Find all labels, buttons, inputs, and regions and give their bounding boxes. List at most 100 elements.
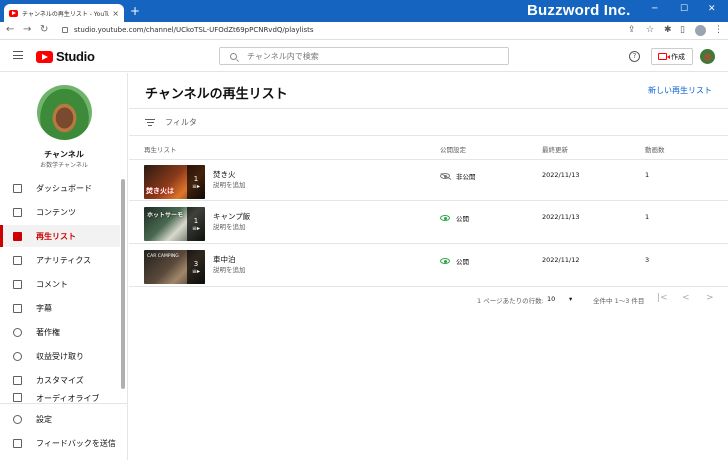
chevron-down-icon[interactable]: ▾ [569,295,572,303]
content-icon [13,207,22,217]
share-icon[interactable]: ⇪ [628,25,636,35]
sidebar-item-copyright[interactable]: 著作権 [0,321,120,343]
first-page-button[interactable]: |< [657,293,668,303]
forward-button[interactable]: → [23,24,31,35]
address-bar: ← → ↻ studio.youtube.com/channel/UCkoTSL… [0,22,728,40]
sidebar-item-content[interactable]: コンテンツ [0,201,120,223]
new-playlist-link[interactable]: 新しい再生リスト [648,85,712,96]
playlist-description[interactable]: 説明を追加 [213,221,246,231]
playlist-thumbnail[interactable]: ホットサーモ 1 ≡▸ [144,207,205,241]
table-row[interactable]: 焚き火は 1 ≡▸ 焚き火 説明を追加 非公開 2022/11/13 1 [129,159,728,201]
column-header-updated[interactable]: 最終更新 [542,144,568,154]
eye-icon [440,215,450,221]
browser-tab-bar: チャンネルの再生リスト - YouTube S × + Buzzword Inc… [0,0,728,22]
studio-logo[interactable]: Studio [36,49,95,64]
visibility-label: 公開 [456,258,469,266]
sidebar-item-settings[interactable]: 設定 [0,408,120,430]
sidebar-item-feedback[interactable]: フィードバックを送信 [0,432,120,454]
visibility-status: 非公開 [440,171,476,181]
monetization-icon [13,351,22,361]
browser-menu-icon[interactable]: ⋮ [714,25,723,35]
updated-date: 2022/11/12 [542,256,580,264]
feedback-icon [13,438,22,448]
youtube-logo-icon [36,50,53,63]
back-button[interactable]: ← [6,24,14,35]
sidebar-item-monetization[interactable]: 収益受け取り [0,345,120,367]
search-icon [230,52,237,60]
sidebar-item-playlists[interactable]: 再生リスト [0,225,120,247]
new-tab-button[interactable]: + [130,4,140,18]
sidebar-item-comments[interactable]: コメント [0,273,120,295]
thumbnail-caption: ホットサーモ [147,212,184,219]
browser-tab[interactable]: チャンネルの再生リスト - YouTube S × [4,4,124,22]
channel-subtitle: お数学チャンネル [40,162,88,169]
account-avatar[interactable] [700,49,715,64]
comment-icon [13,279,22,289]
next-page-button[interactable]: > [706,293,714,303]
playlist-icon [13,231,22,241]
sidebar-item-audio-library[interactable]: オーディオライブ [0,393,120,403]
playlist-play-icon: ≡▸ [191,183,201,190]
playlist-play-icon: ≡▸ [191,225,201,232]
thumbnail-caption: CAR CAMPING [147,254,179,259]
search-input[interactable]: チャンネル内で検索 [219,47,509,65]
menu-icon[interactable] [13,51,23,59]
sidebar: チャンネル お数学チャンネル ダッシュボード コンテンツ 再生リスト アナリティ… [0,73,128,460]
column-header-visibility[interactable]: 公開設定 [440,144,466,154]
playlist-description[interactable]: 説明を追加 [213,179,246,189]
sidebar-item-label: フィードバックを送信 [36,438,116,448]
table-row[interactable]: ホットサーモ 1 ≡▸ キャンプ飯 説明を追加 公開 2022/11/13 1 [129,202,728,244]
settings-icon [13,414,22,424]
sidebar-item-customize[interactable]: カスタマイズ [0,369,120,391]
prev-page-button[interactable]: < [682,293,690,303]
updated-date: 2022/11/13 [542,171,580,179]
brand-watermark: Buzzword Inc. [527,2,631,19]
side-panel-icon[interactable]: ▯ [680,25,685,35]
dashboard-icon [13,183,22,193]
video-count: 3 [645,256,650,264]
sidebar-divider [0,403,128,404]
maximize-button[interactable]: ☐ [680,4,688,14]
video-camera-icon [658,53,670,60]
eye-off-icon [440,173,450,179]
url-field[interactable]: studio.youtube.com/channel/UCkoTSL-UFOdZ… [74,26,314,34]
reload-button[interactable]: ↻ [40,24,48,35]
sidebar-scrollbar[interactable] [121,179,125,389]
tab-close-button[interactable]: × [112,9,119,18]
create-button[interactable]: 作成 [651,48,693,65]
sidebar-item-dashboard[interactable]: ダッシュボード [0,177,120,199]
copyright-icon [13,327,22,337]
visibility-status: 公開 [440,256,469,266]
sidebar-item-label: 設定 [36,414,52,424]
profile-avatar[interactable] [695,25,706,36]
sidebar-item-label: 著作権 [36,327,60,337]
filter-bar[interactable]: フィルタ [129,108,728,136]
column-header-playlist[interactable]: 再生リスト [144,144,177,154]
create-label: 作成 [671,52,685,61]
studio-header: Studio チャンネル内で検索 ? 作成 [0,40,728,72]
sidebar-item-label: 再生リスト [36,231,76,241]
minimize-button[interactable]: ─ [652,4,657,14]
rows-per-page-select[interactable]: 10 [547,295,555,303]
playlist-thumbnail[interactable]: CAR CAMPING 3 ≡▸ [144,250,205,284]
column-header-count[interactable]: 動画数 [645,144,665,154]
table-row[interactable]: CAR CAMPING 3 ≡▸ 車中泊 説明を追加 公開 2022/11/12 … [129,245,728,287]
filter-label: フィルタ [165,117,197,127]
help-icon[interactable]: ? [629,51,640,62]
subtitles-icon [13,303,22,313]
customize-icon [13,375,22,385]
analytics-icon [13,255,22,265]
page-title: チャンネルの再生リスト [145,87,288,102]
logo-text: Studio [56,49,95,64]
sidebar-item-analytics[interactable]: アナリティクス [0,249,120,271]
youtube-favicon-icon [9,9,18,17]
extensions-icon[interactable]: ✱ [664,25,672,35]
playlist-play-icon: ≡▸ [191,268,201,275]
rows-per-page-label: 1 ページあたりの行数: [477,297,544,305]
playlist-thumbnail[interactable]: 焚き火は 1 ≡▸ [144,165,205,199]
channel-avatar[interactable] [37,85,92,140]
sidebar-item-subtitles[interactable]: 字幕 [0,297,120,319]
playlist-description[interactable]: 説明を追加 [213,264,246,274]
bookmark-star-icon[interactable]: ☆ [646,25,654,35]
close-window-button[interactable]: ✕ [708,4,716,14]
